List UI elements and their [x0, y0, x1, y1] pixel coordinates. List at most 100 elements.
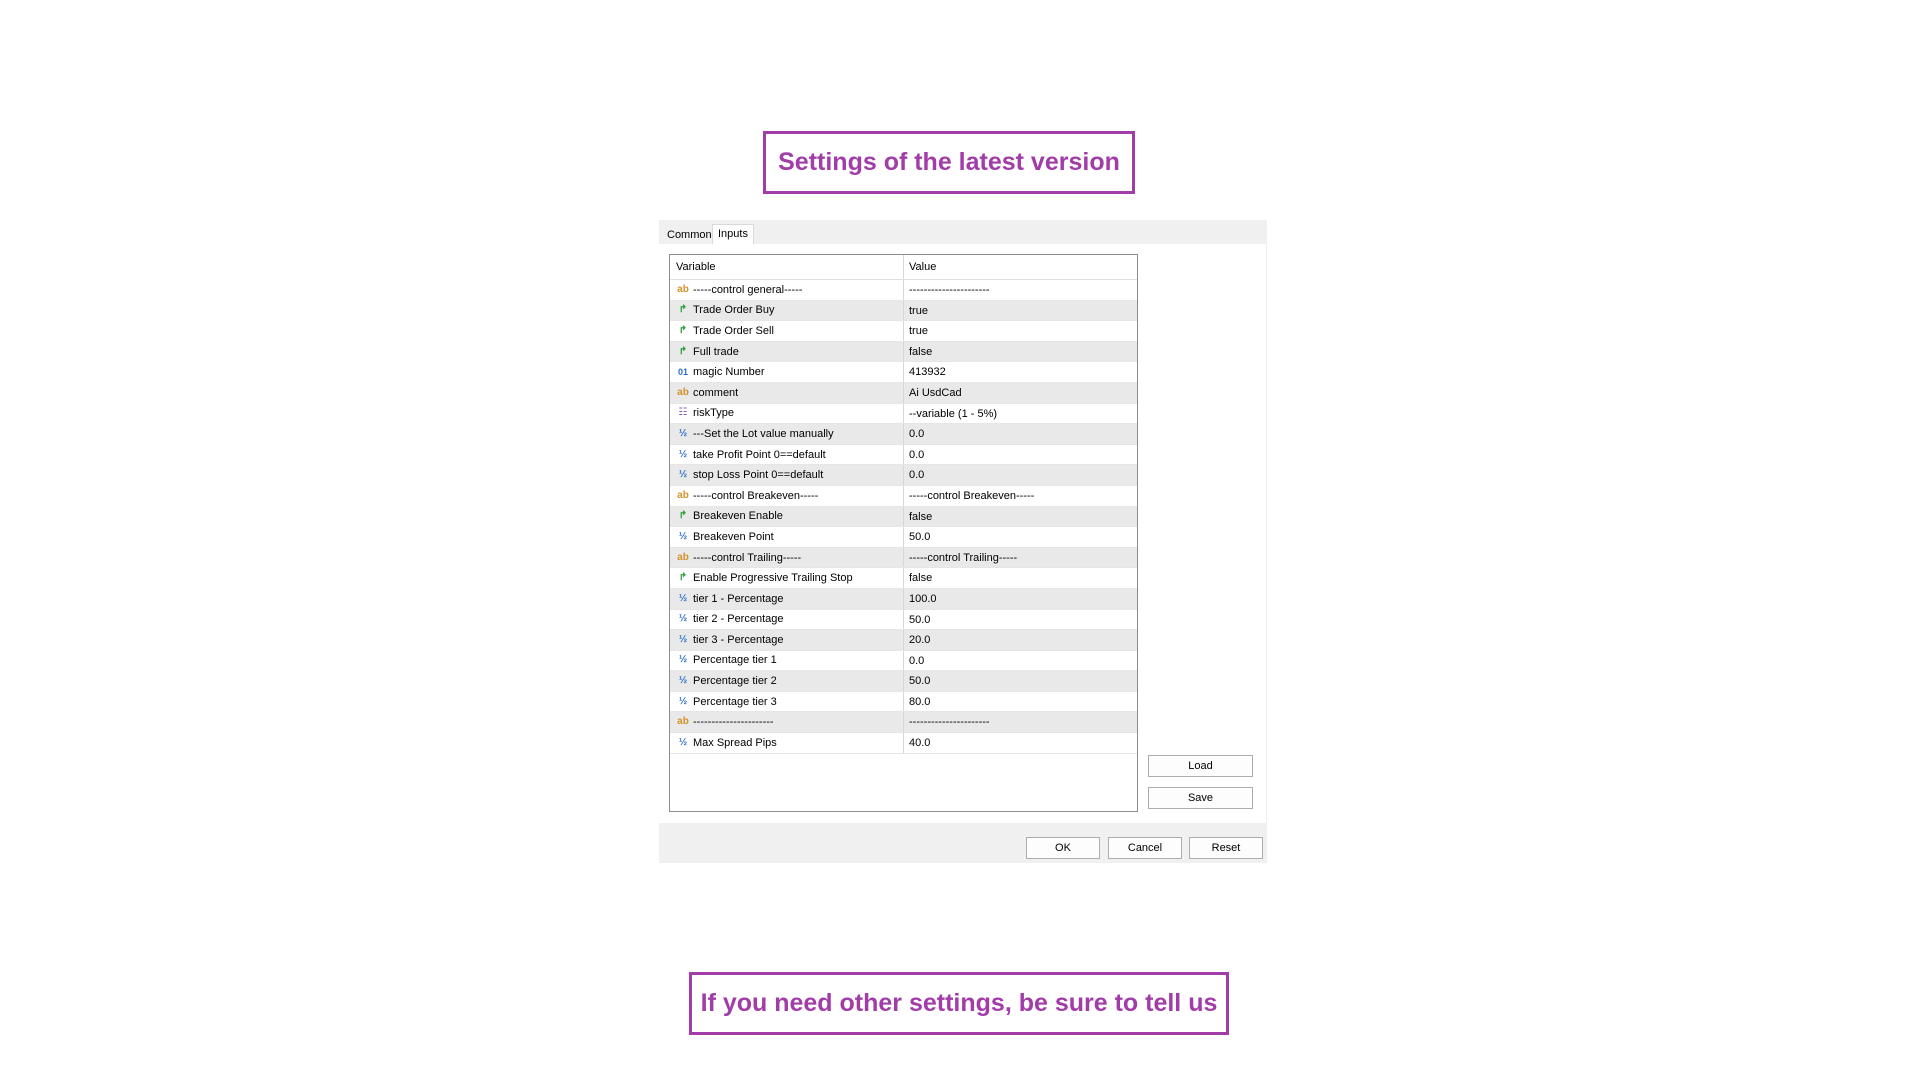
variable-name: tier 1 - Percentage — [693, 592, 784, 605]
value-cell[interactable]: 80.0 — [904, 692, 1137, 712]
double-icon: ½ — [678, 633, 688, 645]
value-cell[interactable]: 413932 — [904, 362, 1137, 382]
variable-name: -----control general----- — [693, 283, 803, 296]
tab-common[interactable]: Common — [662, 226, 717, 245]
bool-icon: ↱ — [678, 304, 688, 316]
variable-name: Percentage tier 3 — [693, 695, 777, 708]
variable-cell: ↱ Enable Progressive Trailing Stop — [670, 568, 904, 588]
tab-inputs[interactable]: Inputs — [712, 224, 754, 245]
variable-name: Enable Progressive Trailing Stop — [693, 572, 853, 585]
variable-name: Max Spread Pips — [693, 736, 777, 749]
table-row[interactable]: ab -----control general----- -------------… — [670, 280, 1137, 301]
string-icon: ab — [677, 283, 689, 295]
enum-icon: ☷ — [678, 407, 688, 419]
table-row[interactable]: ½ Percentage tier 3 80.0 — [670, 691, 1137, 713]
double-icon: ½ — [678, 448, 688, 460]
table-row[interactable]: 01 magic Number 413932 — [670, 362, 1137, 383]
table-row[interactable]: ab ---------------------- ----------------… — [670, 712, 1137, 734]
value-cell[interactable]: 20.0 — [904, 630, 1137, 650]
value-cell[interactable]: 0.0 — [904, 651, 1137, 671]
value-cell[interactable]: false — [904, 342, 1137, 362]
table-row[interactable]: ½ Max Spread Pips 40.0 — [670, 733, 1137, 754]
variable-cell: ½ Breakeven Point — [670, 527, 904, 547]
variable-name: take Profit Point 0==default — [693, 448, 826, 461]
string-icon: ab — [677, 386, 689, 398]
variable-cell: ↱ Full trade — [670, 341, 904, 362]
variable-cell: ab -----control general----- — [670, 280, 904, 300]
table-row[interactable]: ab comment Ai UsdCad — [670, 382, 1137, 404]
value-cell[interactable]: ---------------------- — [904, 712, 1137, 732]
variable-cell: ½ Max Spread Pips — [670, 733, 904, 753]
string-icon: ab — [677, 551, 689, 563]
value-cell[interactable]: ---------------------- — [904, 280, 1137, 300]
value-cell[interactable]: 100.0 — [904, 589, 1137, 609]
save-button[interactable]: Save — [1148, 787, 1253, 809]
load-button[interactable]: Load — [1148, 755, 1253, 777]
table-row[interactable]: ½ Percentage tier 2 50.0 — [670, 671, 1137, 692]
value-cell[interactable]: true — [904, 301, 1137, 321]
value-cell[interactable]: true — [904, 321, 1137, 341]
variable-cell: ab ---------------------- — [670, 712, 904, 733]
value-cell[interactable]: 0.0 — [904, 465, 1137, 485]
table-row[interactable]: ↱ Trade Order Buy true — [670, 300, 1137, 322]
table-row[interactable]: ½ tier 2 - Percentage 50.0 — [670, 609, 1137, 631]
variable-cell: ½ Percentage tier 2 — [670, 671, 904, 691]
double-icon: ½ — [678, 530, 688, 542]
variable-cell: ↱ Breakeven Enable — [670, 506, 904, 527]
ok-button[interactable]: OK — [1026, 837, 1100, 859]
value-cell[interactable]: Ai UsdCad — [904, 383, 1137, 403]
inputs-grid[interactable]: Variable Value ab -----control general---… — [669, 254, 1138, 812]
header-value[interactable]: Value — [904, 255, 1137, 279]
value-cell[interactable]: false — [904, 507, 1137, 527]
table-row[interactable]: ½ Percentage tier 1 0.0 — [670, 650, 1137, 672]
grid-header: Variable Value — [670, 255, 1137, 280]
value-cell[interactable]: 0.0 — [904, 424, 1137, 444]
value-cell[interactable]: --variable (1 - 5%) — [904, 404, 1137, 424]
variable-name: riskType — [693, 407, 734, 420]
value-cell[interactable]: 50.0 — [904, 671, 1137, 691]
value-cell[interactable]: -----control Breakeven----- — [904, 486, 1137, 506]
variable-name: -----control Trailing----- — [693, 551, 802, 564]
variable-cell: ½ Percentage tier 1 — [670, 650, 904, 671]
value-cell[interactable]: false — [904, 568, 1137, 588]
int-icon: 01 — [677, 367, 688, 378]
table-row[interactable]: ½ tier 3 - Percentage 20.0 — [670, 630, 1137, 651]
settings-banner-bottom: If you need other settings, be sure to t… — [689, 972, 1229, 1035]
table-row[interactable]: ½ ---Set the Lot value manually 0.0 — [670, 424, 1137, 445]
variable-name: Trade Order Sell — [693, 324, 774, 337]
table-row[interactable]: ½ stop Loss Point 0==default 0.0 — [670, 465, 1137, 486]
table-row[interactable]: ½ take Profit Point 0==default 0.0 — [670, 444, 1137, 466]
table-row[interactable]: ½ Breakeven Point 50.0 — [670, 527, 1137, 548]
table-row[interactable]: ab -----control Trailing----- -----control… — [670, 547, 1137, 569]
inputs-panel: Variable Value ab -----control general---… — [659, 244, 1266, 823]
variable-cell: ab -----control Trailing----- — [670, 547, 904, 568]
value-cell[interactable]: 50.0 — [904, 527, 1137, 547]
value-cell[interactable]: -----control Trailing----- — [904, 548, 1137, 568]
double-icon: ½ — [678, 592, 688, 604]
table-row[interactable]: ab -----control Breakeven----- -----contro… — [670, 485, 1137, 507]
variable-name: comment — [693, 386, 739, 399]
value-cell[interactable]: 50.0 — [904, 610, 1137, 630]
variable-name: Full trade — [693, 345, 739, 358]
table-row[interactable]: ☷ riskType --variable (1 - 5%) — [670, 403, 1137, 425]
header-variable[interactable]: Variable — [670, 255, 904, 279]
reset-button[interactable]: Reset — [1189, 837, 1263, 859]
cancel-button[interactable]: Cancel — [1108, 837, 1182, 859]
value-cell[interactable]: 0.0 — [904, 445, 1137, 465]
variable-cell: ☷ riskType — [670, 403, 904, 424]
variable-cell: ½ ---Set the Lot value manually — [670, 424, 904, 444]
table-row[interactable]: ↱ Breakeven Enable false — [670, 506, 1137, 528]
table-row[interactable]: ↱ Trade Order Sell true — [670, 321, 1137, 342]
bool-icon: ↱ — [678, 324, 688, 336]
table-row[interactable]: ½ tier 1 - Percentage 100.0 — [670, 588, 1137, 610]
variable-name: Percentage tier 2 — [693, 675, 777, 688]
table-row[interactable]: ↱ Full trade false — [670, 341, 1137, 363]
table-row[interactable]: ↱ Enable Progressive Trailing Stop false — [670, 568, 1137, 589]
grid-rows: ab -----control general----- -------------… — [670, 280, 1137, 754]
variable-cell: ½ stop Loss Point 0==default — [670, 465, 904, 485]
value-cell[interactable]: 40.0 — [904, 733, 1137, 753]
variable-name: ---------------------- — [693, 716, 774, 729]
variable-cell: ½ tier 2 - Percentage — [670, 609, 904, 630]
string-icon: ab — [677, 489, 689, 501]
variable-cell: ab -----control Breakeven----- — [670, 485, 904, 506]
